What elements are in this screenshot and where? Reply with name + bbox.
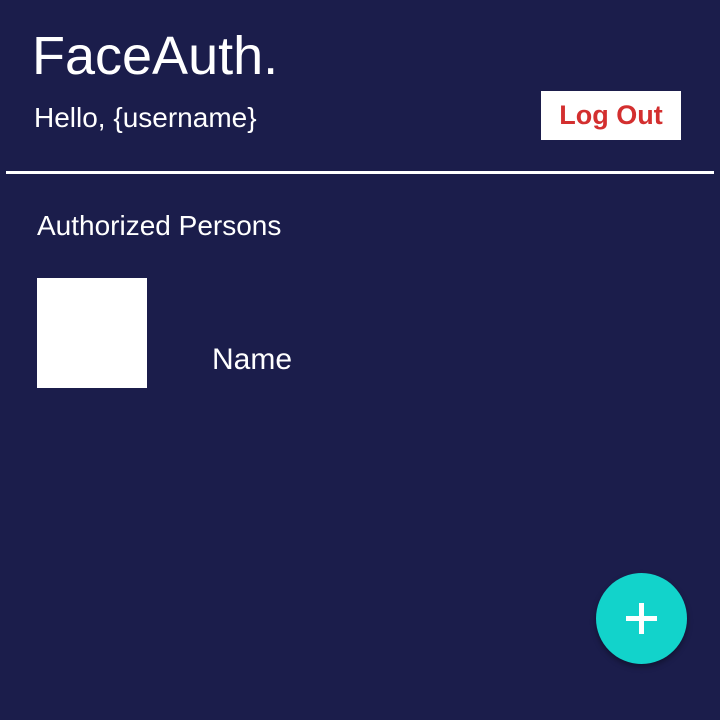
plus-icon <box>626 603 657 634</box>
person-photo <box>37 278 147 388</box>
add-person-button[interactable] <box>596 573 687 664</box>
app-title: FaceAuth. <box>32 26 279 86</box>
list-item[interactable]: Name <box>37 278 677 388</box>
person-name: Name <box>212 343 293 376</box>
section-title: Authorized Persons <box>37 210 282 241</box>
person-list: Name <box>37 278 677 388</box>
app-screen: FaceAuth. Hello, {username} Log Out Auth… <box>0 0 720 720</box>
logout-button[interactable]: Log Out <box>541 91 681 140</box>
header-divider <box>6 171 714 174</box>
greeting-text: Hello, {username} <box>34 102 257 133</box>
